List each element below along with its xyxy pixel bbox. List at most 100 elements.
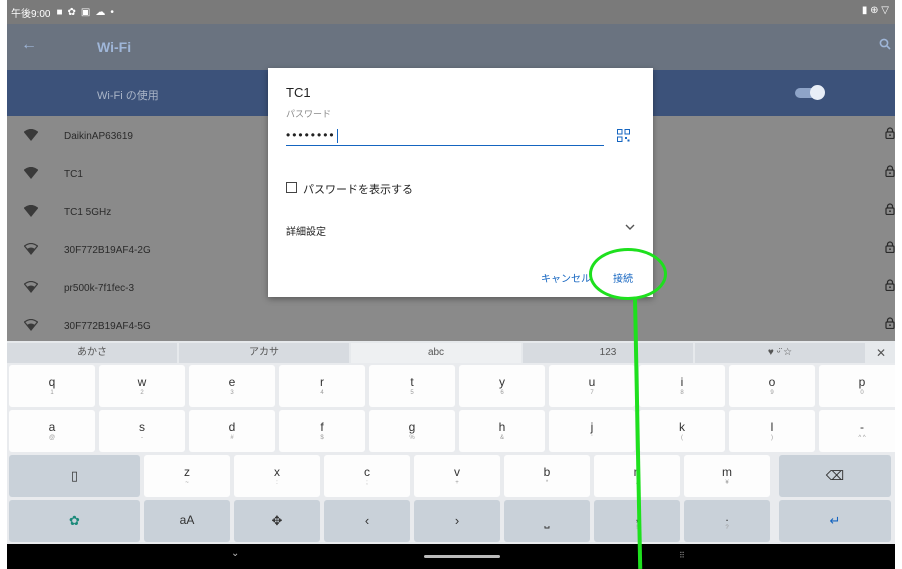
key-label: f xyxy=(320,420,324,434)
arrow-left-icon[interactable]: ‹ xyxy=(324,500,410,542)
case-toggle-key[interactable]: aA xyxy=(144,500,230,542)
key-u[interactable]: u7 xyxy=(549,365,635,407)
key-label: j xyxy=(590,420,594,434)
key-a[interactable]: a @ xyxy=(9,410,95,452)
key-label: v xyxy=(454,465,460,479)
space-icon[interactable]: ⎵ xyxy=(504,500,590,542)
key-l[interactable]: l) xyxy=(729,410,815,452)
keyboard-tab[interactable]: abc xyxy=(351,343,521,363)
key-h[interactable]: h & xyxy=(459,410,545,452)
key-label: q xyxy=(48,375,56,389)
enter-icon[interactable]: ↵ xyxy=(779,500,891,542)
key-x[interactable]: x: xyxy=(234,455,320,497)
navigation-bar: ⌄ ⠿ xyxy=(7,544,895,569)
nav-hide-keyboard-icon[interactable]: ⌄ xyxy=(231,548,239,559)
key-label: w xyxy=(137,375,147,389)
key-label: i xyxy=(680,375,684,389)
key-sublabel: ' xyxy=(591,435,593,441)
key-sublabel: 5 xyxy=(410,390,414,396)
key--[interactable]: - ^ ^ xyxy=(819,410,895,452)
punct-key[interactable]: .? xyxy=(684,500,770,542)
cancel-button[interactable]: キャンセル xyxy=(541,270,591,285)
key-label: h xyxy=(498,420,506,434)
cursor-move-icon[interactable]: ✥ xyxy=(234,500,320,542)
text-caret xyxy=(336,128,338,143)
arrow-right-icon[interactable]: › xyxy=(414,500,500,542)
chevron-down-icon[interactable] xyxy=(625,222,635,234)
key-f[interactable]: f $ xyxy=(279,410,365,452)
key-y[interactable]: y6 xyxy=(459,365,545,407)
battery-icon: ▮ xyxy=(861,5,868,16)
backspace-icon[interactable]: ⌫ xyxy=(779,455,891,497)
keyboard-switch-icon[interactable]: ⠿ xyxy=(679,551,685,560)
key-d[interactable]: d # xyxy=(189,410,275,452)
key-w[interactable]: w2 xyxy=(99,365,185,407)
key-p[interactable]: p0 xyxy=(819,365,895,407)
key-label: l xyxy=(770,420,774,434)
key-label: z xyxy=(184,465,190,479)
key-v[interactable]: v + xyxy=(414,455,500,497)
key-j[interactable]: j ' xyxy=(549,410,635,452)
dot-icon: • xyxy=(110,6,114,18)
keyboard-tab[interactable]: アカサ xyxy=(179,343,349,363)
lock-icon xyxy=(885,241,895,256)
keyboard-tab[interactable]: 123 xyxy=(523,343,693,363)
app-bar: ← Wi-Fi xyxy=(7,24,895,70)
wifi-ssid: 30F772B19AF4-5G xyxy=(64,321,151,332)
key-r[interactable]: r4 xyxy=(279,365,365,407)
key-sublabel: 1 xyxy=(50,390,54,396)
key-sublabel: 9 xyxy=(770,390,774,396)
device-icon[interactable]: ▯ xyxy=(9,455,140,497)
password-field[interactable]: •••••••• xyxy=(286,128,604,146)
lock-icon xyxy=(885,279,895,294)
key-z[interactable]: z ~ xyxy=(144,455,230,497)
key-label: . xyxy=(725,510,729,524)
android-screen: 午後9:00 ■ ✿ ▣ ☁ • ▮ ⊕ ▽ ← Wi-Fi Wi-Fi の使用… xyxy=(7,0,895,569)
key-label: p xyxy=(858,375,866,389)
show-password-checkbox[interactable] xyxy=(286,182,297,193)
close-icon[interactable]: ✕ xyxy=(867,343,895,363)
back-arrow-icon[interactable]: ← xyxy=(21,36,37,54)
wifi-status-icon: ▽ xyxy=(881,5,889,16)
key-sublabel: * xyxy=(545,480,549,486)
key-label: a xyxy=(48,420,56,434)
wifi-network-row[interactable]: 30F772B19AF4-5G xyxy=(7,306,895,344)
key-t[interactable]: t5 xyxy=(369,365,455,407)
key-k[interactable]: k( xyxy=(639,410,725,452)
key-label: - xyxy=(860,420,864,434)
key-sublabel: - xyxy=(141,435,143,441)
home-pill-icon[interactable] xyxy=(424,555,500,558)
key-c[interactable]: c; xyxy=(324,455,410,497)
wifi-switch-knob[interactable] xyxy=(810,85,825,100)
key-sublabel: @ xyxy=(48,435,56,441)
key-sublabel: 0 xyxy=(860,390,864,396)
password-value: •••••••• xyxy=(286,128,336,142)
show-password-label[interactable]: パスワードを表示する xyxy=(303,181,413,197)
key-sublabel: : xyxy=(276,480,278,486)
key-label: x xyxy=(274,465,280,479)
search-icon[interactable] xyxy=(879,37,891,53)
qr-scan-icon[interactable] xyxy=(617,129,630,145)
key-o[interactable]: o9 xyxy=(729,365,815,407)
status-bar: 午後9:00 ■ ✿ ▣ ☁ • ▮ ⊕ ▽ xyxy=(7,0,895,24)
key-b[interactable]: b * xyxy=(504,455,590,497)
settings-gear-icon[interactable]: ✿ xyxy=(9,500,140,542)
keyboard-tab[interactable]: ♥ ᵕ̈ ☆ xyxy=(695,343,865,363)
key-s[interactable]: s- xyxy=(99,410,185,452)
key-m[interactable]: m ¥ xyxy=(684,455,770,497)
vpn-icon: ⊕ xyxy=(870,5,879,16)
key-label: d xyxy=(228,420,236,434)
key-sublabel: 2 xyxy=(140,390,144,396)
keyboard-tab[interactable]: あかさ xyxy=(7,343,177,363)
key-sublabel: 8 xyxy=(680,390,684,396)
key-sublabel: ? xyxy=(725,525,729,531)
wifi-signal-icon xyxy=(23,204,39,217)
status-right-icons: ▮ ⊕ ▽ xyxy=(862,5,889,16)
wifi-toggle-label: Wi-Fi の使用 xyxy=(97,90,159,102)
key-g[interactable]: g% xyxy=(369,410,455,452)
advanced-settings-label[interactable]: 詳細設定 xyxy=(286,223,326,238)
key-q[interactable]: q1 xyxy=(9,365,95,407)
key-i[interactable]: i8 xyxy=(639,365,725,407)
key-e[interactable]: e3 xyxy=(189,365,275,407)
status-time: 午後9:00 xyxy=(11,8,51,20)
